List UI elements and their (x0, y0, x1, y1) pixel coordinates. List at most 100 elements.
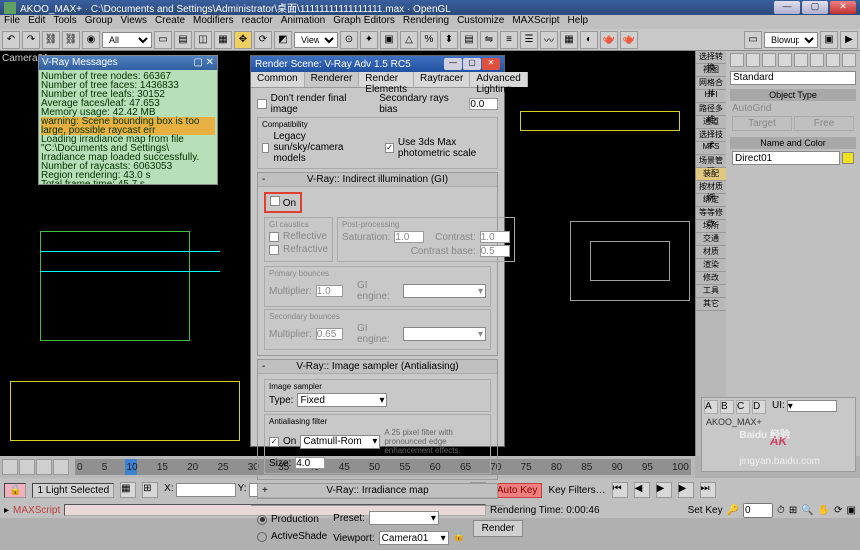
setkey-button[interactable]: Set Key (688, 505, 723, 516)
menu-create[interactable]: Create (155, 15, 185, 29)
vtab-13[interactable]: 场所 (696, 220, 726, 233)
menu-customize[interactable]: Customize (457, 15, 504, 29)
refractive-checkbox[interactable] (269, 245, 279, 255)
vtab-1[interactable]: 视图 (696, 64, 726, 77)
snap-button[interactable]: ▣ (380, 31, 398, 49)
nav-btn-d[interactable]: D (752, 400, 766, 414)
secondary-bias-spinner[interactable]: 0.0 (469, 98, 498, 110)
select-region-button[interactable]: ◫ (194, 31, 212, 49)
region-render-icon[interactable]: ▭ (744, 31, 762, 49)
panel-icon-0[interactable] (730, 53, 744, 67)
menu-group[interactable]: Group (85, 15, 113, 29)
render-dialog-header[interactable]: Render Scene: V-Ray Adv 1.5 RC5 — ▢ ✕ (251, 56, 504, 72)
select-rotate-button[interactable]: ⟳ (254, 31, 272, 49)
vray-messages-controls[interactable]: ▢ ✕ (193, 57, 214, 69)
ref-coord-system[interactable]: View (294, 32, 338, 48)
mirror-button[interactable]: ⇋ (480, 31, 498, 49)
render-scene-dialog[interactable]: Render Scene: V-Ray Adv 1.5 RC5 — ▢ ✕ Co… (250, 55, 505, 447)
free-button[interactable]: Free (794, 116, 854, 131)
select-scale-button[interactable]: ◩ (274, 31, 292, 49)
angle-snap-button[interactable]: △ (400, 31, 418, 49)
time-config2-icon[interactable]: ⏱ (777, 505, 785, 516)
prev-frame-icon[interactable]: ◀ (634, 482, 650, 498)
max-toggle-icon[interactable]: ▣ (847, 505, 856, 516)
render-close-button[interactable]: ✕ (482, 58, 500, 70)
select-button[interactable]: ▭ (154, 31, 172, 49)
spinner-snap-button[interactable]: ⬍ (440, 31, 458, 49)
safe-frame-button[interactable]: ▣ (820, 31, 838, 49)
zoom-ext-icon[interactable]: ⊞ (789, 505, 797, 516)
vtab-6[interactable]: 选择技术 (696, 129, 726, 142)
vray-messages-window[interactable]: V-Ray Messages ▢ ✕ Number of tree nodes:… (38, 55, 218, 185)
panel-icon-7[interactable] (842, 53, 856, 67)
reflective-checkbox[interactable] (269, 232, 279, 242)
vtab-0[interactable]: 选择转换 (696, 51, 726, 64)
nav-btn-c[interactable]: C (736, 400, 750, 414)
vtab-8[interactable]: 场景管理 (696, 155, 726, 168)
track-btn-1[interactable] (19, 459, 35, 475)
track-btn-3[interactable] (53, 459, 69, 475)
play-icon[interactable]: ▶ (656, 482, 672, 498)
render-button[interactable]: Render (473, 520, 524, 537)
window-crossing-button[interactable]: ▦ (214, 31, 232, 49)
render-tab-renderer[interactable]: Renderer (305, 72, 360, 87)
pan-icon[interactable]: ✋ (818, 505, 830, 516)
render-min-button[interactable]: — (444, 58, 462, 70)
vtab-9[interactable]: 装配 (696, 168, 726, 181)
panel-icon-6[interactable] (826, 53, 840, 67)
vtab-18[interactable]: 工具 (696, 285, 726, 298)
contrast-spinner[interactable]: 1.0 (480, 231, 510, 243)
render-tab-render-elements[interactable]: Render Elements (359, 72, 414, 87)
curve-editor-button[interactable]: 〰 (540, 31, 558, 49)
next-frame-icon[interactable]: ▶ (678, 482, 694, 498)
panel-icon-1[interactable] (746, 53, 760, 67)
redo-button[interactable]: ↷ (22, 31, 40, 49)
photometric-checkbox[interactable]: ✓ (385, 143, 394, 153)
render-max-button[interactable]: ▢ (463, 58, 481, 70)
vtab-17[interactable]: 修改 (696, 272, 726, 285)
goto-end-icon[interactable]: ⏭ (700, 482, 716, 498)
menu-file[interactable]: File (4, 15, 20, 29)
dont-render-checkbox[interactable] (257, 99, 267, 109)
frame-input[interactable] (743, 503, 773, 518)
object-color-swatch[interactable] (842, 152, 854, 164)
legacy-checkbox[interactable] (262, 143, 269, 153)
vtab-10[interactable]: 按材质绑 (696, 181, 726, 194)
unlink-button[interactable]: ⛓ (62, 31, 80, 49)
object-name-input[interactable]: Direct01 (732, 151, 840, 165)
zoom-icon[interactable]: 🔍 (801, 505, 813, 516)
track-btn-2[interactable] (36, 459, 52, 475)
menu-maxscript[interactable]: MAXScript (512, 15, 559, 29)
track-btn-0[interactable] (2, 459, 18, 475)
panel-icon-5[interactable] (810, 53, 824, 67)
keyfilters-label[interactable]: Key Filters… (548, 485, 605, 496)
manip-button[interactable]: ✦ (360, 31, 378, 49)
activeshade-radio[interactable] (257, 532, 267, 542)
lock-viewport-icon[interactable]: 🔒 (453, 531, 467, 545)
menu-help[interactable]: Help (568, 15, 589, 29)
layers-button[interactable]: ☰ (520, 31, 538, 49)
ui-preset-dd[interactable]: ▾ (787, 400, 837, 412)
x-coord-input[interactable] (176, 483, 236, 497)
render-tab-common[interactable]: Common (251, 72, 305, 87)
vtab-3[interactable]: HFI (696, 90, 726, 103)
panel-icon-3[interactable] (778, 53, 792, 67)
key-mode-icon[interactable]: 🔑 (727, 505, 739, 516)
select-name-button[interactable]: ▤ (174, 31, 192, 49)
isolate-icon[interactable]: ▦ (120, 482, 136, 498)
vtab-11[interactable]: 绑定 (696, 194, 726, 207)
target-button[interactable]: Target (732, 116, 792, 131)
render-region-dd[interactable]: Blowup (764, 32, 818, 48)
render-last-button[interactable]: ▶ (840, 31, 858, 49)
preset-dd[interactable]: ▾ (369, 511, 439, 525)
aa-size-spinner[interactable]: 4.0 (295, 457, 325, 469)
transform-type-icon[interactable]: ⊞ (142, 482, 158, 498)
gi-rollup-header[interactable]: -V-Ray:: Indirect illumination (GI) (258, 173, 497, 187)
maximize-button[interactable]: ▢ (802, 1, 828, 14)
primary-mult-spinner[interactable]: 1.0 (316, 285, 344, 297)
material-editor-button[interactable]: ◐ (580, 31, 598, 49)
contrast-base-spinner[interactable]: 0.5 (480, 245, 510, 257)
vtab-2[interactable]: 网格合并 (696, 77, 726, 90)
schematic-button[interactable]: ▦ (560, 31, 578, 49)
nav-btn-b[interactable]: B (720, 400, 734, 414)
